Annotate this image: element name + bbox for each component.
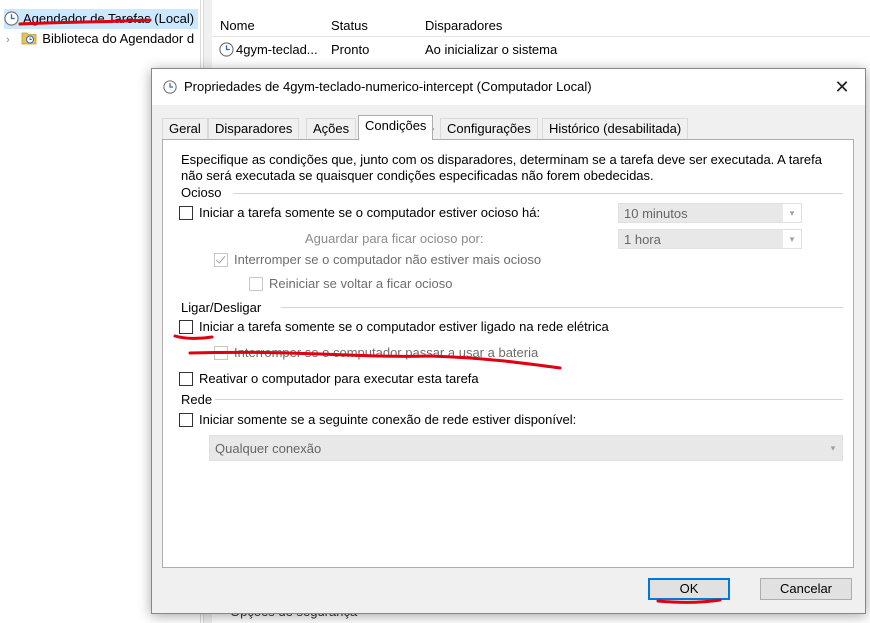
tab-conditions[interactable]: Condições xyxy=(358,115,434,140)
annotation-marks xyxy=(18,18,722,604)
